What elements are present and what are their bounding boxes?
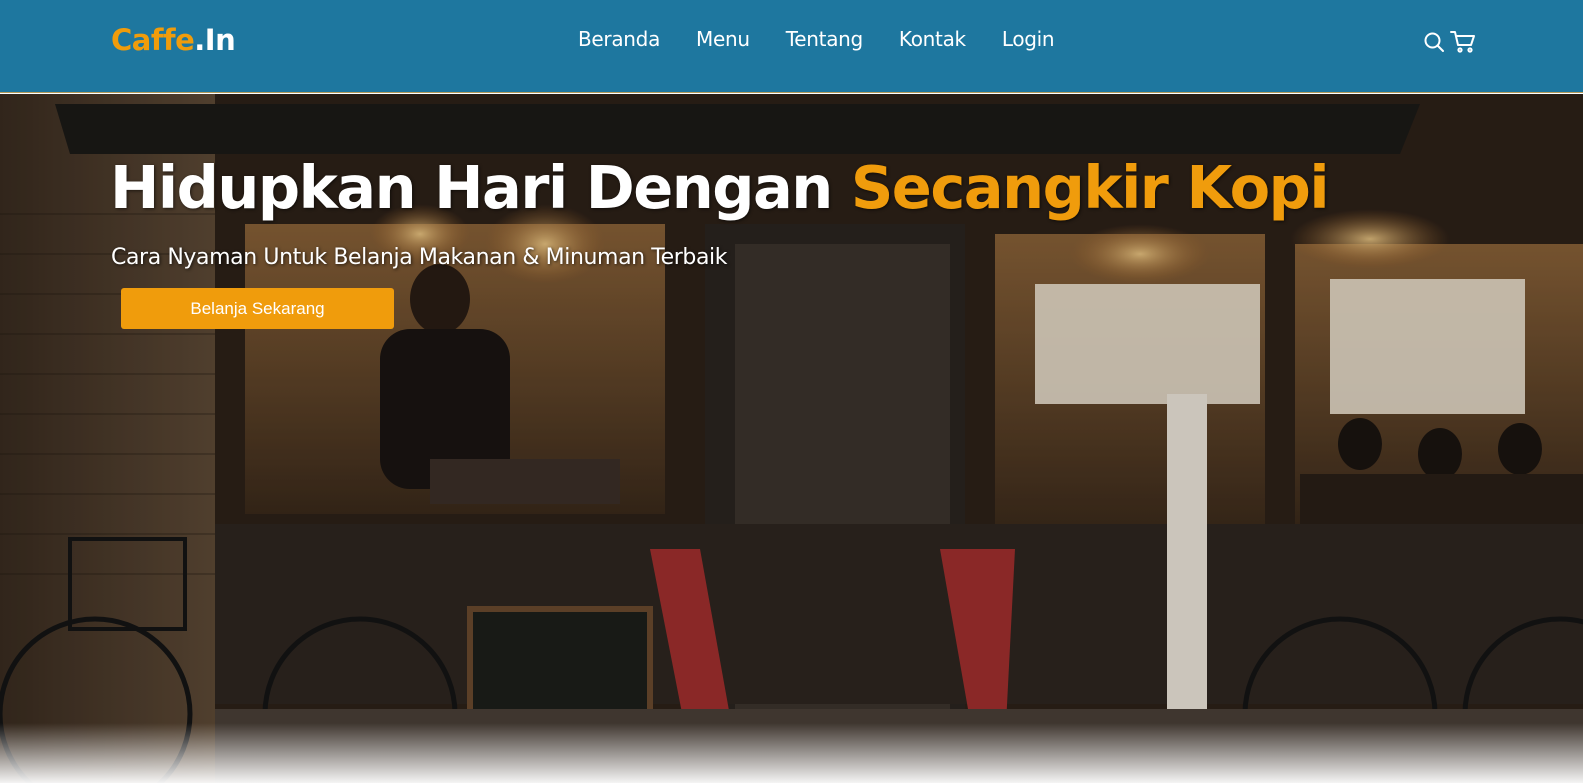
- search-icon[interactable]: [1422, 30, 1446, 54]
- shop-now-button[interactable]: Belanja Sekarang: [121, 288, 394, 329]
- hero-title-main: Hidupkan Hari Dengan: [110, 153, 833, 222]
- brand-name-part2: .In: [194, 23, 236, 57]
- nav-link-login[interactable]: Login: [1002, 29, 1055, 49]
- hero-bottom-fade: [0, 723, 1583, 783]
- navbar: Caffe.In Beranda Menu Tentang Kontak Log…: [0, 0, 1583, 93]
- nav-link-kontak[interactable]: Kontak: [899, 29, 966, 49]
- hero-title-accent: Secangkir Kopi: [850, 153, 1330, 222]
- hero-subtitle: Cara Nyaman Untuk Belanja Makanan & Minu…: [111, 245, 728, 270]
- nav-link-menu[interactable]: Menu: [696, 29, 750, 49]
- nav-icons: [1422, 30, 1475, 54]
- shopping-cart-icon[interactable]: [1450, 30, 1475, 54]
- main-nav: Beranda Menu Tentang Kontak Login: [578, 29, 1090, 49]
- nav-link-beranda[interactable]: Beranda: [578, 29, 660, 49]
- hero-section: Hidupkan Hari Dengan Secangkir Kopi Cara…: [0, 94, 1583, 783]
- brand-name-part1: Caffe: [111, 23, 195, 57]
- nav-link-tentang[interactable]: Tentang: [786, 29, 863, 49]
- brand-logo[interactable]: Caffe.In: [111, 23, 236, 57]
- hero-title: Hidupkan Hari Dengan Secangkir Kopi: [110, 158, 1330, 217]
